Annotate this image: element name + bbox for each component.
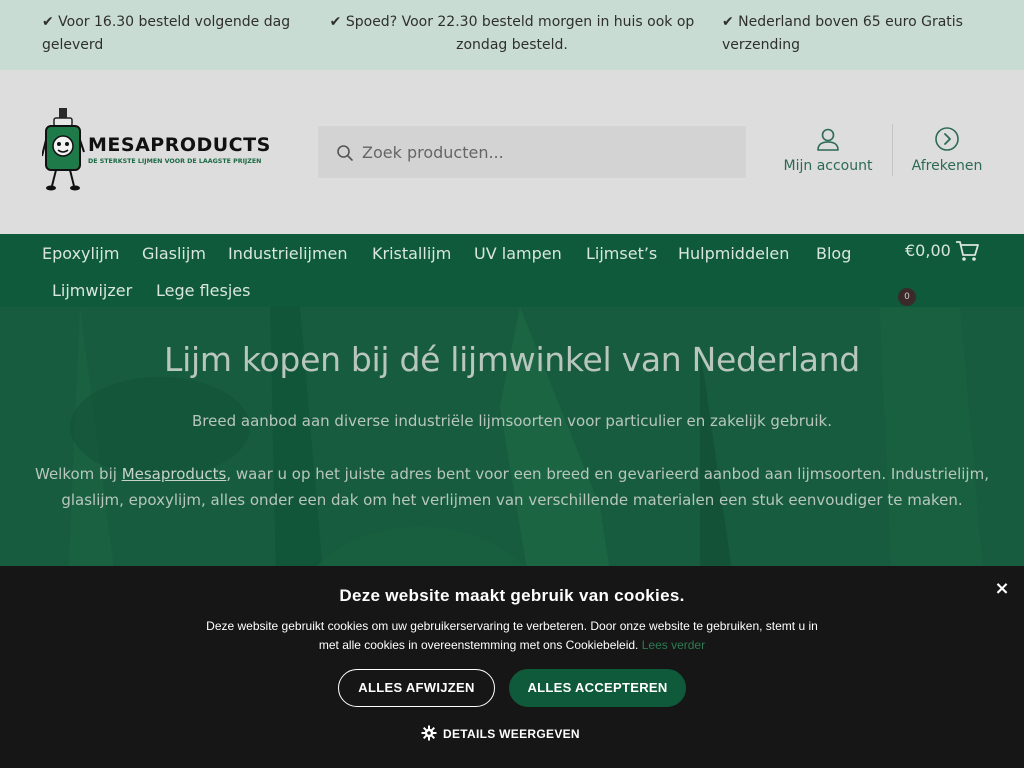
cookie-description: Deze website gebruikt cookies om uw gebr… [206,619,818,652]
usp-free-shipping: ✔ Nederland boven 65 euro Gratis verzend… [722,14,963,53]
cart-total[interactable]: €0,00 [905,241,951,260]
nav-item-glaslijm[interactable]: Glaslijm [142,244,206,263]
hero-title: Lijm kopen bij dé lijmwinkel van Nederla… [164,340,860,379]
cookie-banner: × Deze website maakt gebruik van cookies… [0,566,1024,768]
checkout-label: Afrekenen [911,158,983,174]
show-details-label: DETAILS WEERGEVEN [443,727,580,741]
my-account-link[interactable]: Mijn account [782,126,874,174]
main-navigation: Epoxylijm Glaslijm Industrielijmen Krist… [0,234,1024,308]
search-input[interactable] [362,126,732,178]
cart-icon[interactable] [955,240,979,262]
search-icon[interactable] [336,144,354,162]
accept-all-button[interactable]: ALLES ACCEPTEREN [509,669,686,707]
nav-item-industrielijmen[interactable]: Industrielijmen [228,244,348,263]
hero-paragraph: Welkom bij Mesaproducts, waar u op het j… [12,461,1012,513]
header-divider [892,124,893,176]
nav-item-kristallijm[interactable]: Kristallijm [372,244,451,263]
nav-item-lege-flesjes[interactable]: Lege flesjes [156,281,250,300]
nav-item-blog[interactable]: Blog [816,244,851,263]
hero-lead: Breed aanbod aan diverse industriële lij… [192,412,832,430]
nav-item-lijmsets[interactable]: Lijmset’s [586,244,657,263]
mesaproducts-link[interactable]: Mesaproducts [122,465,227,483]
mascot-bottle-icon [42,108,85,191]
nav-item-hulpmiddelen[interactable]: Hulpmiddelen [678,244,789,263]
nav-item-lijmwijzer[interactable]: Lijmwijzer [52,281,132,300]
read-more-link[interactable]: Lees verder [642,638,705,652]
site-logo[interactable]: MESAPRODUCTS DE STERKSTE LIJMEN VOOR DE … [42,106,274,192]
logo-tagline: DE STERKSTE LIJMEN VOOR DE LAAGSTE PRIJZ… [88,158,262,165]
hero-paragraph-intro: Welkom bij [35,465,122,483]
user-icon [817,128,839,151]
arrow-circle-icon [935,127,959,151]
site-header: MESAPRODUCTS DE STERKSTE LIJMEN VOOR DE … [0,70,1024,234]
usp-bar: ✔ Voor 16.30 besteld volgende dag geleve… [0,0,1024,70]
search-bar [318,126,746,178]
reject-all-button[interactable]: ALLES AFWIJZEN [338,669,495,707]
show-details-button[interactable]: DETAILS WEERGEVEN [421,725,580,741]
cookie-text: Deze website gebruikt cookies om uw gebr… [200,617,824,655]
my-account-label: Mijn account [783,158,873,174]
gear-icon [421,725,437,741]
nav-item-uv-lampen[interactable]: UV lampen [474,244,562,263]
checkout-link[interactable]: Afrekenen [910,126,984,174]
logo-title: MESAPRODUCTS [88,134,271,156]
cookie-title: Deze website maakt gebruik van cookies. [339,586,685,605]
nav-item-epoxylijm[interactable]: Epoxylijm [42,244,119,263]
usp-next-day-delivery: ✔ Voor 16.30 besteld volgende dag geleve… [42,14,291,53]
usp-express-delivery: ✔ Spoed? Voor 22.30 besteld morgen in hu… [329,14,695,53]
cart-count-badge: 0 [898,288,916,306]
